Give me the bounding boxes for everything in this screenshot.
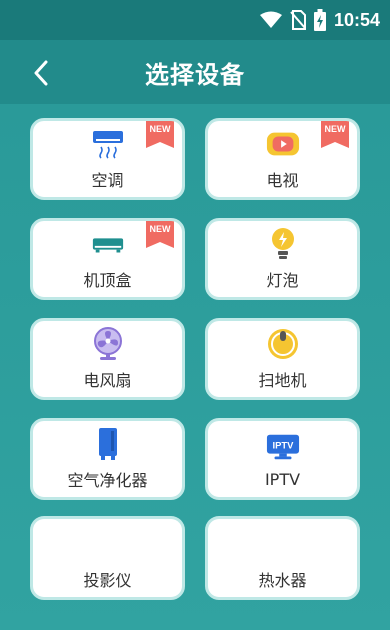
status-bar: 10:54 bbox=[0, 0, 390, 40]
device-label: 电风扇 bbox=[83, 371, 132, 390]
fan-icon bbox=[91, 327, 125, 361]
wifi-icon bbox=[259, 11, 282, 28]
device-label: IPTV bbox=[264, 469, 301, 489]
air-conditioner-icon bbox=[91, 127, 125, 161]
app-header: 选择设备 bbox=[0, 40, 390, 104]
device-card-air-purifier[interactable]: 空气净化器 bbox=[30, 418, 185, 500]
device-label: 灯泡 bbox=[266, 271, 299, 290]
air-purifier-icon bbox=[91, 427, 125, 461]
set-top-box-icon bbox=[91, 227, 125, 261]
device-card-electric-fan[interactable]: 电风扇 bbox=[30, 318, 185, 400]
device-label: 扫地机 bbox=[258, 371, 307, 390]
iptv-icon: IPTV bbox=[266, 430, 300, 464]
device-card-partial[interactable] bbox=[205, 516, 360, 556]
new-badge: NEW bbox=[146, 121, 174, 148]
device-label: 空调 bbox=[91, 171, 124, 190]
robot-vacuum-icon bbox=[266, 327, 300, 361]
no-sim-icon bbox=[290, 10, 306, 30]
status-time: 10:54 bbox=[333, 9, 380, 30]
device-card-set-top-box[interactable]: NEW 机顶盒 bbox=[30, 218, 185, 300]
battery-charging-icon bbox=[313, 9, 326, 31]
new-badge: NEW bbox=[146, 221, 174, 248]
device-label: 空气净化器 bbox=[67, 471, 148, 490]
device-card-light-bulb[interactable]: 灯泡 bbox=[205, 218, 360, 300]
device-card-tv[interactable]: NEW 电视 bbox=[205, 118, 360, 200]
iptv-icon-text: IPTV bbox=[272, 440, 294, 451]
device-label: 电视 bbox=[266, 171, 299, 190]
device-card-iptv[interactable]: IPTV IPTV bbox=[205, 418, 360, 500]
device-card-partial[interactable] bbox=[30, 516, 185, 556]
light-bulb-icon bbox=[266, 227, 300, 261]
new-badge: NEW bbox=[321, 121, 349, 148]
tv-icon bbox=[266, 127, 300, 161]
chevron-left-icon bbox=[34, 60, 48, 86]
device-card-air-conditioner[interactable]: NEW 空调 bbox=[30, 118, 185, 200]
page-title: 选择设备 bbox=[145, 60, 245, 89]
next-row-partial bbox=[30, 516, 360, 556]
device-label: 热水器 bbox=[258, 571, 307, 590]
back-button[interactable] bbox=[24, 56, 58, 90]
device-label: 机顶盒 bbox=[83, 271, 132, 290]
device-card-robot-vacuum[interactable]: 扫地机 bbox=[205, 318, 360, 400]
device-label: 投影仪 bbox=[83, 571, 132, 590]
